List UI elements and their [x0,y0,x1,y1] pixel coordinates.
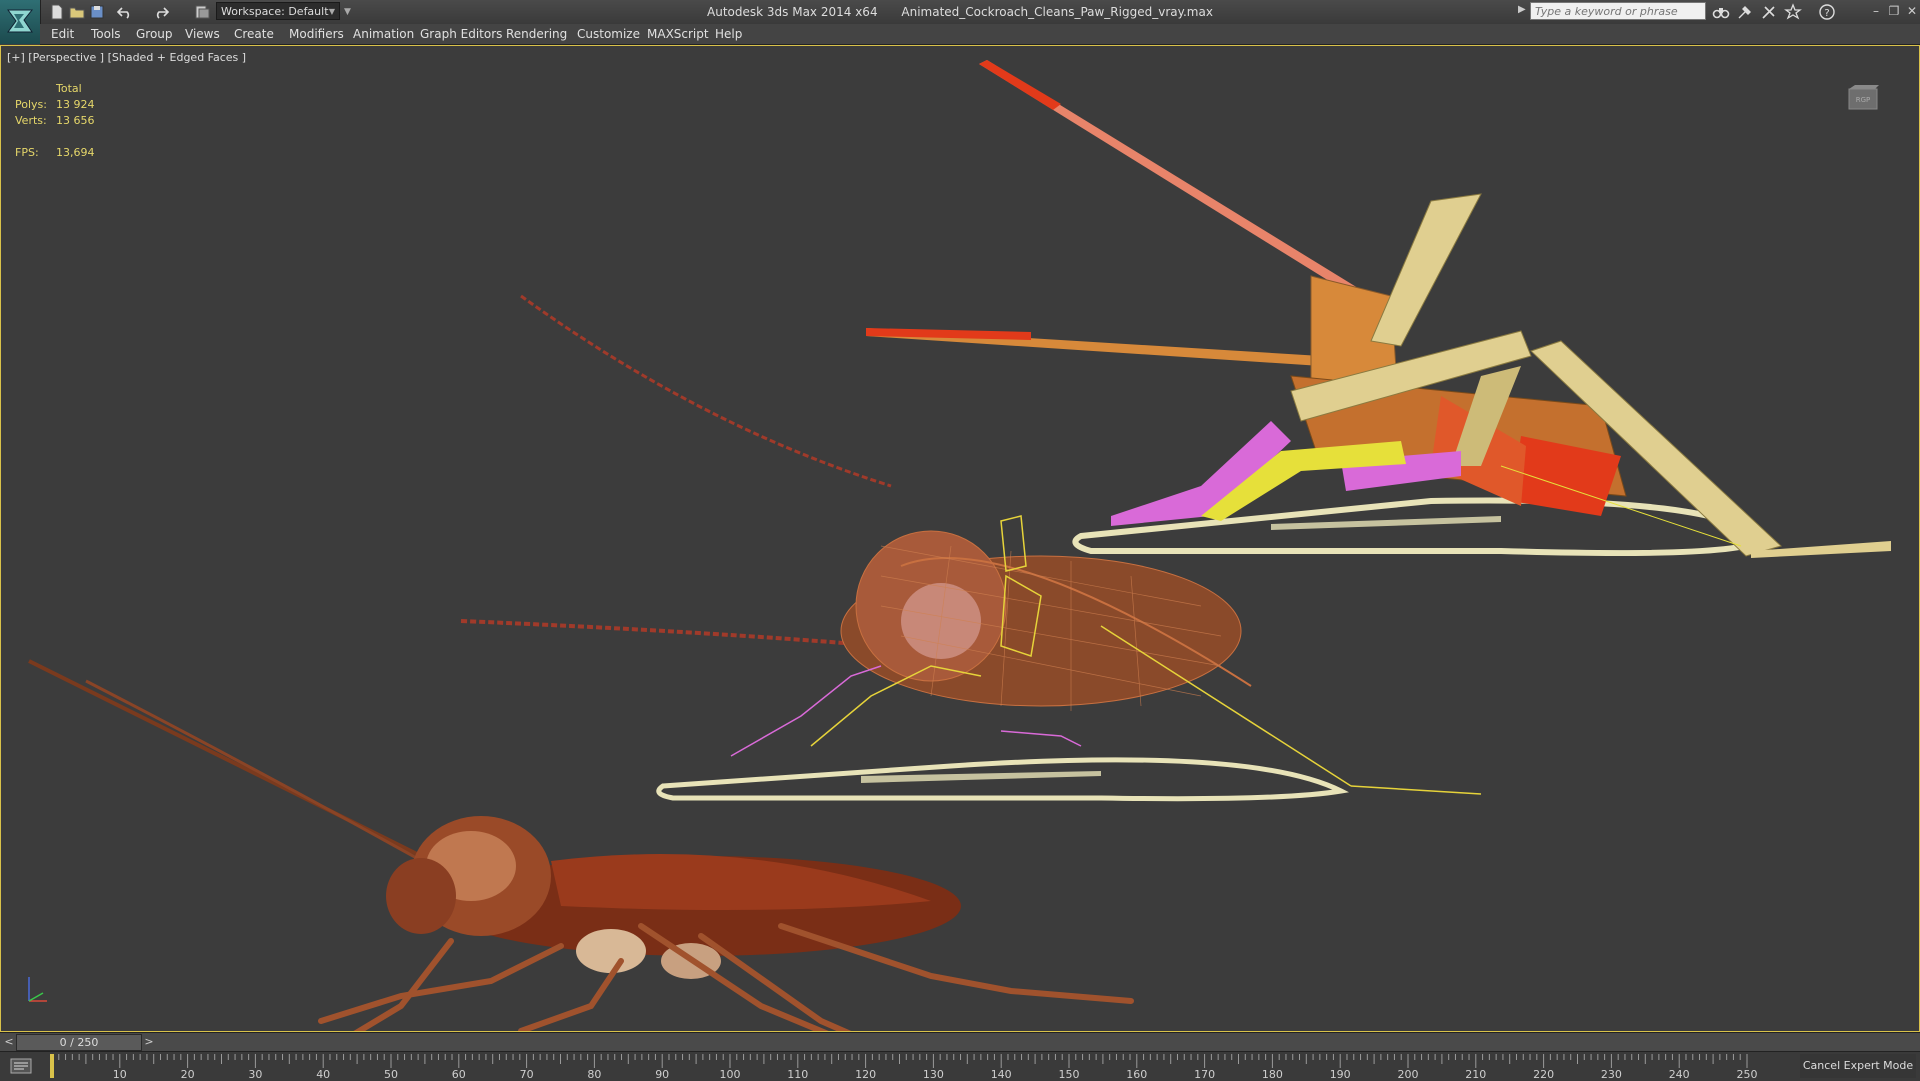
undo-icon[interactable] [116,3,134,21]
verts-value: 13 656 [56,114,95,127]
svg-text:?: ? [1824,8,1829,19]
app-menu-button[interactable] [0,0,41,44]
menu-tools[interactable]: Tools [91,24,121,44]
polys-label: Polys: [15,98,47,111]
viewcube-icon: RGP [1848,85,1879,110]
ruler-tick-label: 50 [384,1068,398,1081]
ruler-tick-label: 180 [1262,1068,1283,1081]
favorites-star-icon[interactable] [1784,3,1802,21]
stats-header: Total [56,82,82,95]
new-file-icon[interactable] [48,3,66,21]
open-file-icon[interactable] [68,3,86,21]
curve-editor-icon[interactable] [10,1058,32,1074]
ruler-tick-label: 220 [1533,1068,1554,1081]
time-slider-prev-button[interactable]: < [2,1033,16,1051]
ruler-tick-label: 200 [1398,1068,1419,1081]
menu-rendering[interactable]: Rendering [506,24,567,44]
ruler-tick-label: 130 [923,1068,944,1081]
menu-views[interactable]: Views [185,24,220,44]
menu-help[interactable]: Help [715,24,742,44]
track-bar[interactable]: 10 20 30 40 50 60 70 80 90 100 110 120 130 140 150 160 1… [0,1051,1920,1081]
verts-label: Verts: [15,114,47,127]
frame-ruler: 10 20 30 40 50 60 70 80 90 100 110 120 130 140 150 160 1… [50,1054,1758,1081]
menu-modifiers[interactable]: Modifiers [289,24,344,44]
ruler-tick-label: 190 [1330,1068,1351,1081]
menu-maxscript[interactable]: MAXScript [647,24,709,44]
communication-center-icon[interactable] [1760,3,1778,21]
ruler-tick-label: 20 [181,1068,195,1081]
save-file-icon[interactable] [88,3,106,21]
ruler-tick-label: 250 [1737,1068,1758,1081]
ruler-tick-label: 140 [991,1068,1012,1081]
scene-render [28,60,1891,1031]
viewport-label-menu[interactable]: [+] [Perspective ] [Shaded + Edged Faces… [7,51,246,64]
ruler-tick-label: 230 [1601,1068,1622,1081]
polys-value: 13 924 [56,98,95,111]
viewcube-face-label: RGP [1856,96,1871,104]
app-title: Autodesk 3ds Max 2014 x64 [707,5,878,19]
ruler-tick-label: 150 [1059,1068,1080,1081]
project-folder-icon[interactable] [193,3,211,21]
ruler-tick-label: 120 [855,1068,876,1081]
workspace-label: Workspace: Default [221,5,329,18]
fps-value: 13,694 [56,146,95,159]
binoculars-icon[interactable] [1712,3,1730,21]
redo-icon[interactable] [152,3,170,21]
file-name: Animated_Cockroach_Cleans_Paw_Rigged_vra… [901,5,1213,19]
search-input[interactable] [1530,2,1706,20]
ruler-tick-label: 90 [655,1068,669,1081]
ruler-tick-label: 80 [587,1068,601,1081]
menu-graph-editors[interactable]: Graph Editors [420,24,502,44]
ruler-tick-label: 10 [113,1068,127,1081]
cancel-expert-mode-button[interactable]: Cancel Expert Mode [1800,1054,1916,1078]
current-frame-marker[interactable] [50,1054,54,1078]
perspective-viewport[interactable]: [+] [Perspective ] [Shaded + Edged Faces… [0,45,1920,1032]
ruler-tick-label: 170 [1194,1068,1215,1081]
close-icon[interactable]: ✕ [1904,3,1920,19]
ruler-tick-label: 30 [248,1068,262,1081]
subscription-center-icon[interactable] [1736,3,1754,21]
viewcube[interactable]: RGP [1845,81,1883,113]
menu-group[interactable]: Group [136,24,173,44]
menu-bar: Edit Tools Group Views Create Modifiers … [40,24,1920,45]
chevron-down-icon: ▼ [328,7,335,16]
menu-customize[interactable]: Customize [577,24,640,44]
time-slider-thumb[interactable]: 0 / 250 [16,1034,142,1051]
ruler-tick-label: 240 [1669,1068,1690,1081]
time-slider-next-button[interactable]: > [142,1033,156,1051]
textured-cockroach [28,659,1134,1031]
ruler-tick-label: 210 [1465,1068,1486,1081]
ruler-tick-label: 160 [1126,1068,1147,1081]
restore-icon[interactable]: ❐ [1886,3,1902,19]
3dsmax-logo-icon [7,9,34,33]
ruler-tick-label: 100 [720,1068,741,1081]
menu-edit[interactable]: Edit [51,24,74,44]
menu-animation[interactable]: Animation [353,24,414,44]
help-icon[interactable]: ? [1818,3,1836,21]
ruler-tick-label: 110 [787,1068,808,1081]
quick-access-dropdown-icon[interactable]: ▼ [344,3,362,21]
fps-label: FPS: [15,146,39,159]
minimize-icon[interactable]: – [1868,3,1884,19]
axis-tripod-icon [28,977,47,1002]
ruler-tick-label: 70 [520,1068,534,1081]
bone-rig [866,60,1891,558]
workspace-dropdown[interactable]: Workspace: Default ▼ [216,2,340,20]
title-bar: Workspace: Default ▼ ▼ Autodesk 3ds Max … [0,0,1920,44]
time-slider[interactable]: < 0 / 250 > [0,1032,1920,1051]
search-expand-icon[interactable]: ▶ [1518,4,1526,15]
ruler-tick-label: 40 [316,1068,330,1081]
menu-create[interactable]: Create [234,24,274,44]
ruler-tick-label: 60 [452,1068,466,1081]
